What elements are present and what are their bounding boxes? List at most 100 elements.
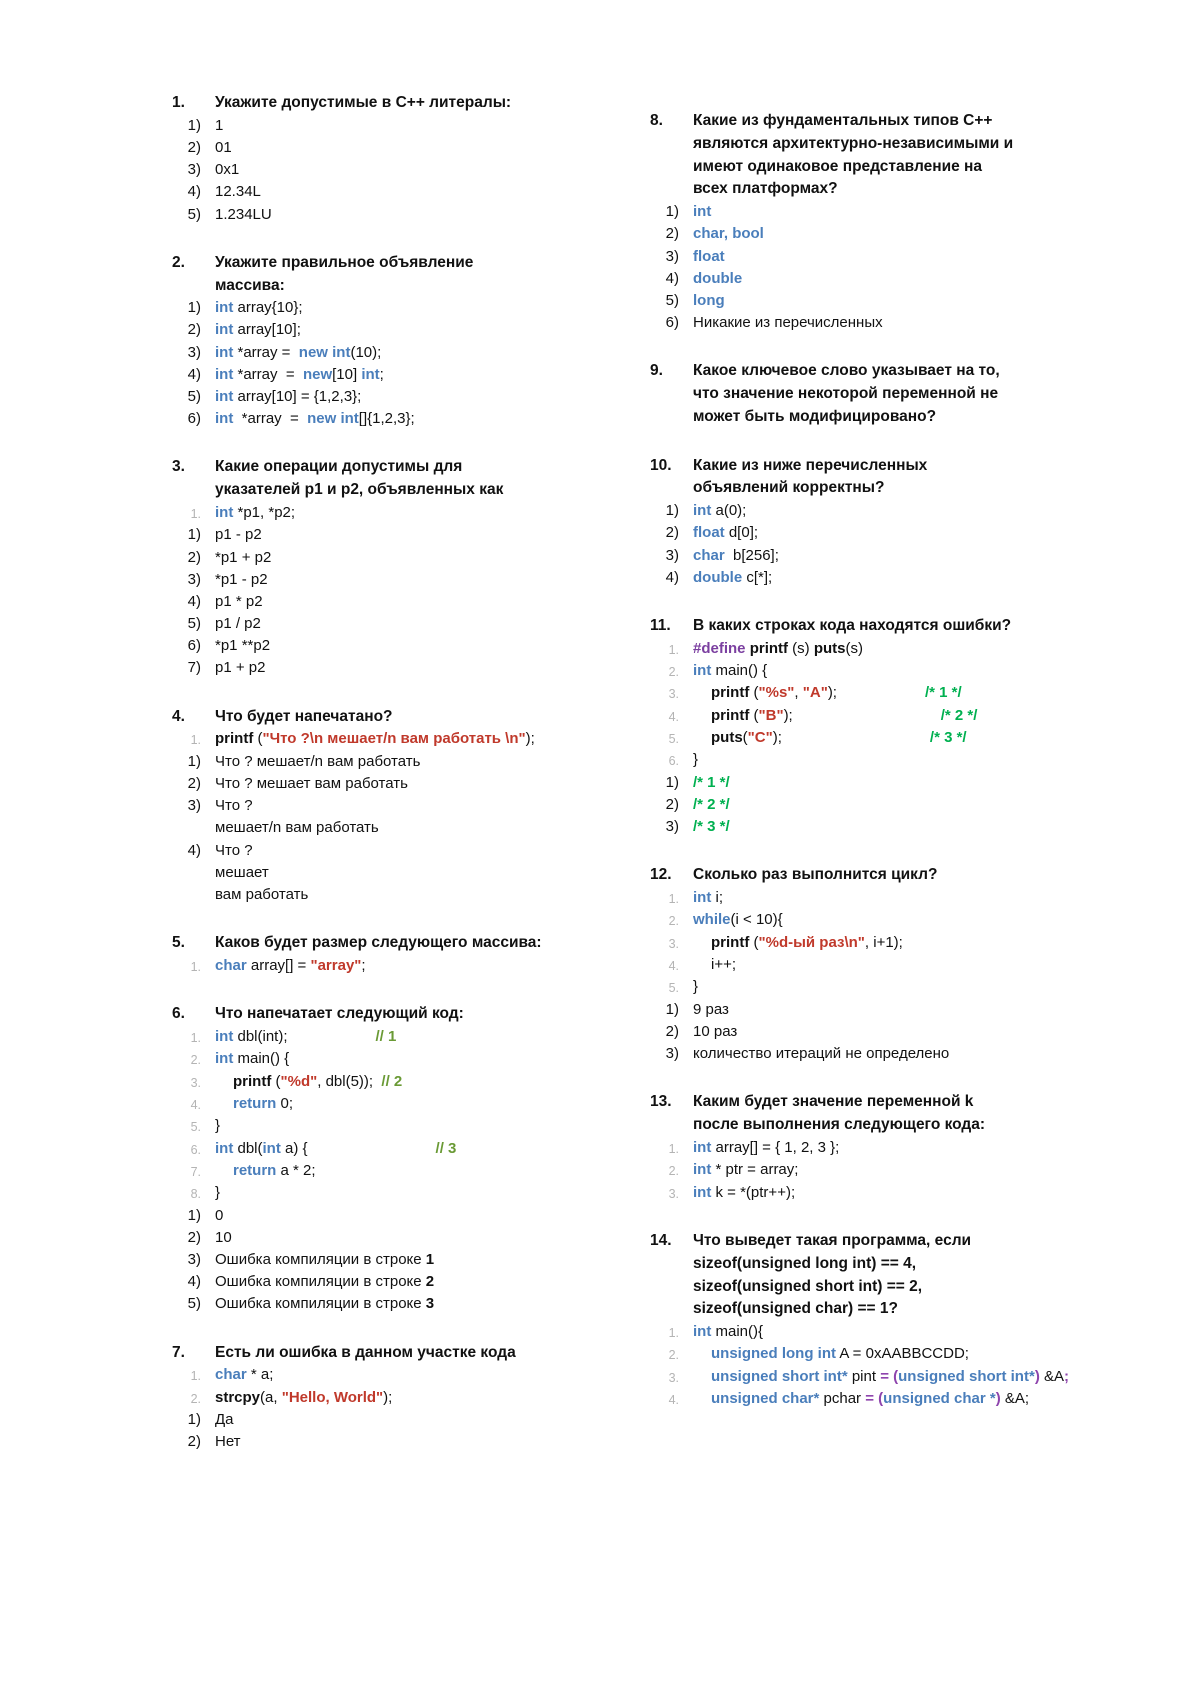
- option-text: int: [693, 203, 712, 221]
- option-row[interactable]: 5) p1 / p2: [172, 613, 592, 635]
- option-marker: 2): [187, 774, 201, 792]
- option-row[interactable]: 1) int array{10};: [172, 297, 592, 319]
- option-row[interactable]: 4) p1 * p2: [172, 591, 592, 613]
- option-row[interactable]: 2) *p1 + p2: [172, 547, 592, 569]
- option-row[interactable]: 4) Что ?: [172, 840, 592, 862]
- question-title-line: после выполнения следующего кода:: [693, 1116, 986, 1134]
- code-line-text: }: [693, 751, 699, 769]
- option-text: float: [693, 247, 725, 265]
- option-row[interactable]: 4) double c[*];: [650, 567, 1070, 589]
- option-row[interactable]: 2) /* 2 */: [650, 794, 1070, 816]
- option-row[interactable]: 1) 9 раз: [650, 999, 1070, 1021]
- option-text: double c[*];: [693, 568, 773, 586]
- question-title: Каков будет размер следующего массива:: [215, 934, 542, 952]
- option-row[interactable]: 3) float: [650, 246, 1070, 268]
- option-row[interactable]: 2) char, bool: [650, 223, 1070, 245]
- question-title: Укажите правильное объявление массива:: [215, 252, 592, 298]
- question-title: Какие операции допустимы для указателей …: [215, 456, 592, 502]
- option-marker: 5): [187, 1295, 201, 1313]
- question-title: Каким будет значение переменной k после …: [693, 1091, 1070, 1137]
- code-line-text: int main(){: [693, 1323, 764, 1341]
- option-marker: 1): [187, 1411, 201, 1429]
- option-row[interactable]: 2) Нет: [172, 1431, 592, 1453]
- question-block-14: 14. Что выведет такая программа, если si…: [650, 1230, 1070, 1411]
- option-text: Да: [215, 1411, 234, 1429]
- option-continuation: xмешает: [172, 862, 592, 884]
- question-title-line: Каким будет значение переменной k: [693, 1093, 974, 1111]
- option-row[interactable]: 3) Что ?: [172, 795, 592, 817]
- question-title: Есть ли ошибка в данном участке кода: [215, 1343, 516, 1361]
- option-row[interactable]: 5) 1.234LU: [172, 204, 592, 226]
- question-title-line: указателей p1 и p2, объявленных как: [215, 481, 504, 499]
- option-row[interactable]: 3) количество итераций не определено: [650, 1043, 1070, 1065]
- option-text: Что ?: [215, 797, 253, 815]
- option-row[interactable]: 6) Никакие из перечисленных: [650, 312, 1070, 334]
- option-row[interactable]: 2) 10: [172, 1227, 592, 1249]
- option-row[interactable]: 5) int array[10] = {1,2,3};: [172, 386, 592, 408]
- option-row[interactable]: 3) char b[256];: [650, 545, 1070, 567]
- option-row[interactable]: 1) Что ? мешает/n вам работать: [172, 751, 592, 773]
- option-row[interactable]: 2) float d[0];: [650, 522, 1070, 544]
- option-row[interactable]: 4) int *array = new[10] int;: [172, 364, 592, 386]
- option-row[interactable]: 7) p1 + p2: [172, 657, 592, 679]
- option-row[interactable]: 3) 0x1: [172, 159, 592, 181]
- option-text: Никакие из перечисленных: [693, 314, 883, 332]
- option-row[interactable]: 3) int *array = new int(10);: [172, 342, 592, 364]
- option-row[interactable]: 4) Ошибка компиляции в строке 2: [172, 1271, 592, 1293]
- question-block-9: 9. Какое ключевое слово указывает на то,…: [650, 360, 1070, 428]
- code-line-number: 1.: [190, 1030, 201, 1045]
- option-text: /* 2 */: [693, 795, 730, 813]
- question-heading: 8. Какие из фундаментальных типов C++ яв…: [650, 110, 1070, 201]
- code-line-number: 8.: [190, 1187, 201, 1202]
- option-row[interactable]: 2) 01: [172, 137, 592, 159]
- code-line-number: 2.: [668, 1164, 679, 1179]
- question-block-1: 1. Укажите допустимые в C++ литералы: 1)…: [172, 92, 592, 226]
- option-text: int a(0);: [693, 502, 747, 520]
- option-row[interactable]: 6) int *array = new int[]{1,2,3};: [172, 408, 592, 430]
- option-row[interactable]: 1) int: [650, 201, 1070, 223]
- question-title: Что напечатает следующий код:: [215, 1005, 464, 1023]
- question-heading: 4. Что будет напечатано?: [172, 706, 592, 729]
- option-row[interactable]: 4) 12.34L: [172, 181, 592, 203]
- option-text: int *array = new int(10);: [215, 343, 382, 361]
- code-line: 3. printf ("%s", "A");/* 1 */: [650, 682, 1070, 704]
- option-row[interactable]: 1) /* 1 */: [650, 772, 1070, 794]
- question-block-13: 13. Каким будет значение переменной k по…: [650, 1091, 1070, 1204]
- option-row[interactable]: 5) long: [650, 290, 1070, 312]
- question-title-line: Какое ключевое слово указывает на то,: [693, 362, 1000, 380]
- code-line-text: unsigned short int* pint = (unsigned sho…: [711, 1367, 1069, 1385]
- question-title-line: объявлений корректны?: [693, 479, 885, 497]
- option-row[interactable]: 2) Что ? мешает вам работать: [172, 773, 592, 795]
- code-line: 1. char * a;: [172, 1364, 592, 1386]
- option-marker: 6): [187, 410, 201, 428]
- option-row[interactable]: 3) /* 3 */: [650, 816, 1070, 838]
- question-number: 9.: [650, 362, 663, 380]
- code-line-text: int array[] = { 1, 2, 3 };: [693, 1138, 840, 1156]
- option-row[interactable]: 1) p1 - p2: [172, 524, 592, 546]
- code-line-text: int i;: [693, 889, 723, 907]
- option-row[interactable]: 1) Да: [172, 1409, 592, 1431]
- option-row[interactable]: 4) double: [650, 268, 1070, 290]
- question-block-12: 12. Сколько раз выполнится цикл? 1. int i…: [650, 864, 1070, 1065]
- option-row[interactable]: 6) *p1 **p2: [172, 635, 592, 657]
- option-marker: 3): [187, 1251, 201, 1269]
- option-row[interactable]: 2) 10 раз: [650, 1021, 1070, 1043]
- code-line-text: int dbl(int a) {// 3: [215, 1139, 457, 1157]
- option-continuation: xвам работать: [172, 884, 592, 906]
- question-title: Что будет напечатано?: [215, 707, 393, 725]
- option-row[interactable]: 1) 0: [172, 1205, 592, 1227]
- option-marker: 4): [187, 365, 201, 383]
- code-line-text: int * ptr = array;: [693, 1161, 799, 1179]
- code-line: 3. printf ("%d-ый раз\n", i+1);: [650, 932, 1070, 954]
- question-title-line: Укажите правильное объявление: [215, 253, 474, 271]
- option-row[interactable]: 1) 1: [172, 115, 592, 137]
- question-number: 5.: [172, 934, 185, 952]
- option-row[interactable]: 1) int a(0);: [650, 500, 1070, 522]
- option-row[interactable]: 5) Ошибка компиляции в строке 3: [172, 1293, 592, 1315]
- option-row[interactable]: 2) int array[10];: [172, 319, 592, 341]
- code-line-number: 1.: [668, 892, 679, 907]
- code-line-number: 6.: [668, 754, 679, 769]
- option-row[interactable]: 3) *p1 - p2: [172, 569, 592, 591]
- option-marker: 2): [187, 138, 201, 156]
- option-row[interactable]: 3) Ошибка компиляции в строке 1: [172, 1249, 592, 1271]
